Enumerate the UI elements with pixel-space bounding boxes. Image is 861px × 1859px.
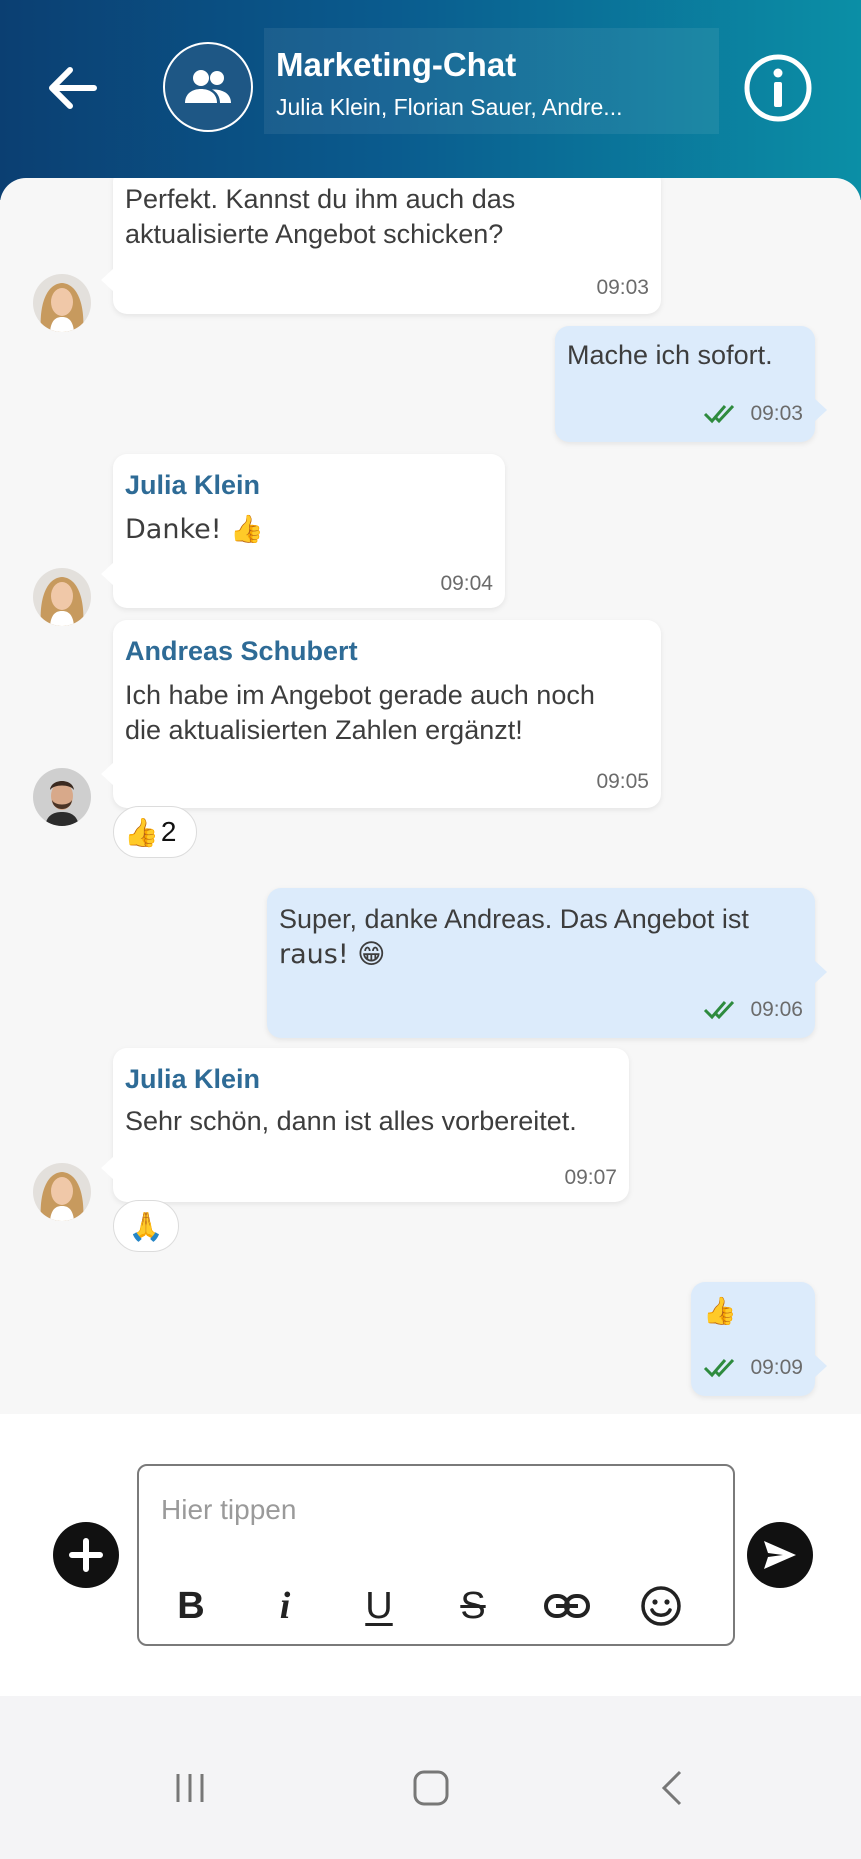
message-time: 09:07: [564, 1166, 617, 1189]
italic-icon: i: [279, 1585, 291, 1627]
praying-hands-reaction: 🙏: [128, 1209, 164, 1243]
avatar-andreas-schubert[interactable]: [33, 768, 91, 826]
message-bubble[interactable]: Julia Klein Danke! 👍 09:04: [101, 454, 505, 608]
system-back-button[interactable]: [632, 1748, 712, 1828]
home-icon: [413, 1770, 449, 1806]
message-text: Sehr schön, dann ist alles vorbereitet.: [125, 1104, 577, 1139]
reaction-badge[interactable]: 🙏: [113, 1200, 179, 1252]
add-attachment-button[interactable]: [53, 1522, 119, 1588]
strikethrough-icon: S: [460, 1584, 486, 1627]
link-button[interactable]: [537, 1576, 597, 1636]
group-avatar[interactable]: [163, 42, 253, 132]
sender-name[interactable]: Andreas Schubert: [125, 636, 358, 667]
info-icon: [744, 54, 812, 122]
message-line: die aktualisierten Zahlen ergänzt!: [125, 715, 523, 745]
bold-button[interactable]: B: [161, 1576, 221, 1636]
message-text: Ich habe im Angebot gerade auch noch die…: [125, 678, 595, 748]
system-nav-bar: [0, 1696, 861, 1859]
bold-icon: B: [177, 1584, 205, 1627]
sender-name[interactable]: Julia Klein: [125, 1064, 260, 1095]
group-icon: [185, 70, 231, 103]
message-bubble[interactable]: Andreas Schubert Ich habe im Angebot ger…: [101, 620, 661, 808]
message-text: Danke! 👍: [125, 512, 264, 547]
message-line: Mache ich sofort.: [567, 340, 773, 370]
send-icon: [764, 1541, 796, 1569]
message-input[interactable]: [161, 1488, 701, 1532]
message-bubble[interactable]: Super, danke Andreas. Das Angebot ist ra…: [267, 888, 827, 1038]
message-line: aktualisierte Angebot schicken?: [125, 219, 504, 249]
message-line: Perfekt. Kannst du ihm auch das: [125, 184, 516, 214]
emoji-icon: [641, 1586, 681, 1626]
italic-button[interactable]: i: [255, 1576, 315, 1636]
chat-members: Julia Klein, Florian Sauer, Andre...: [276, 94, 623, 120]
message-bubble[interactable]: 👍 09:09: [691, 1282, 827, 1396]
back-button[interactable]: [36, 52, 108, 124]
message-line: Danke! 👍: [125, 514, 264, 545]
thumbs-up-reaction: 👍: [124, 815, 159, 849]
avatar-julia-klein[interactable]: [33, 1163, 91, 1221]
read-check-icon: [703, 404, 735, 424]
message-time: 09:09: [750, 1356, 803, 1379]
message-line: raus! 😁: [279, 939, 386, 970]
chat-title-area[interactable]: Marketing-Chat Julia Klein, Florian Saue…: [264, 28, 719, 134]
reaction-count: 2: [160, 816, 177, 847]
message-bubble[interactable]: Julia Klein Sehr schön, dann ist alles v…: [101, 1048, 629, 1202]
message-text: Perfekt. Kannst du ihm auch das aktualis…: [125, 182, 515, 252]
message-time: 09:03: [750, 402, 803, 425]
recents-button[interactable]: [150, 1748, 230, 1828]
chat-header: Marketing-Chat Julia Klein, Florian Saue…: [0, 0, 861, 200]
plus-circle-icon: [69, 1538, 103, 1572]
info-button[interactable]: [742, 52, 814, 124]
home-button[interactable]: [391, 1748, 471, 1828]
message-time: 09:05: [596, 770, 649, 793]
link-icon: [544, 1594, 590, 1618]
message-line: Ich habe im Angebot gerade auch noch: [125, 680, 595, 710]
message-list[interactable]: Perfekt. Kannst du ihm auch das aktualis…: [0, 178, 861, 1414]
underline-button[interactable]: U: [349, 1576, 409, 1636]
read-check-icon: [703, 1000, 735, 1020]
avatar-julia-klein[interactable]: [33, 274, 91, 332]
message-line: Sehr schön, dann ist alles vorbereitet.: [125, 1106, 577, 1136]
back-chevron-icon: [661, 1770, 682, 1806]
underline-icon: U: [365, 1584, 393, 1627]
emoji-button[interactable]: [631, 1576, 691, 1636]
message-input-box: B i U S: [137, 1464, 735, 1646]
chat-title: Marketing-Chat: [276, 46, 517, 83]
message-time: 09:06: [750, 998, 803, 1021]
sender-name[interactable]: Julia Klein: [125, 470, 260, 501]
message-time: 09:04: [440, 572, 493, 595]
recents-icon: [176, 1774, 204, 1802]
message-text: Super, danke Andreas. Das Angebot ist ra…: [279, 902, 749, 972]
strikethrough-button[interactable]: S: [443, 1576, 503, 1636]
message-text: Mache ich sofort.: [567, 338, 773, 373]
message-bubble[interactable]: Mache ich sofort. 09:03: [555, 326, 827, 442]
send-button[interactable]: [747, 1522, 813, 1588]
message-line: Super, danke Andreas. Das Angebot ist: [279, 904, 749, 934]
message-line: 👍: [703, 1296, 737, 1327]
read-check-icon: [703, 1358, 735, 1378]
message-bubble[interactable]: Perfekt. Kannst du ihm auch das aktualis…: [101, 178, 661, 314]
message-text: 👍: [703, 1294, 737, 1329]
avatar-julia-klein[interactable]: [33, 568, 91, 626]
arrow-left-icon: [49, 67, 97, 109]
reaction-badge[interactable]: 👍 2: [113, 806, 197, 858]
message-composer: B i U S: [0, 1414, 861, 1696]
message-time: 09:03: [596, 276, 649, 299]
